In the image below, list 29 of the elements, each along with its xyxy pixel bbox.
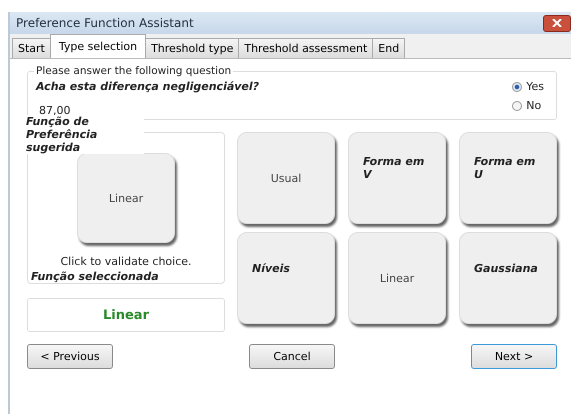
window-title: Preference Function Assistant — [16, 16, 194, 30]
radio-label: No — [526, 99, 542, 112]
tab[interactable]: Threshold type — [145, 38, 240, 58]
function-button[interactable]: Linear — [348, 232, 446, 324]
selected-label: Função seleccionada — [30, 270, 159, 283]
cancel-button[interactable]: Cancel — [249, 344, 335, 369]
tab[interactable]: Type selection — [50, 34, 146, 58]
suggested-label: Função de Preferência sugerida — [26, 115, 144, 154]
next-button[interactable]: Next > — [471, 344, 557, 369]
function-button[interactable]: Forma em V — [348, 132, 446, 224]
suggested-function-button[interactable]: Linear — [77, 153, 175, 243]
radio-option[interactable]: No — [512, 99, 544, 112]
hint-text: Click to validate choice. — [60, 255, 192, 268]
function-button[interactable]: Gaussiana — [459, 232, 557, 324]
previous-button[interactable]: < Previous — [27, 344, 113, 369]
close-icon — [552, 19, 562, 27]
radio-option[interactable]: Yes — [512, 80, 544, 93]
radio-label: Yes — [526, 80, 544, 93]
function-button[interactable]: Usual — [237, 132, 335, 224]
function-button[interactable]: Níveis — [237, 232, 335, 324]
difference-value: 87,00 — [39, 104, 72, 117]
tab[interactable]: Threshold assessment — [238, 38, 374, 58]
question-text: Acha esta diferença negligenciável? — [36, 80, 260, 93]
selected-function-field: Linear — [27, 298, 225, 332]
group-legend: Please answer the following question — [34, 65, 234, 77]
function-button[interactable]: Forma em U — [459, 132, 557, 224]
tab[interactable]: Start — [12, 38, 51, 58]
close-button[interactable] — [543, 14, 571, 32]
tab[interactable]: End — [372, 38, 406, 58]
